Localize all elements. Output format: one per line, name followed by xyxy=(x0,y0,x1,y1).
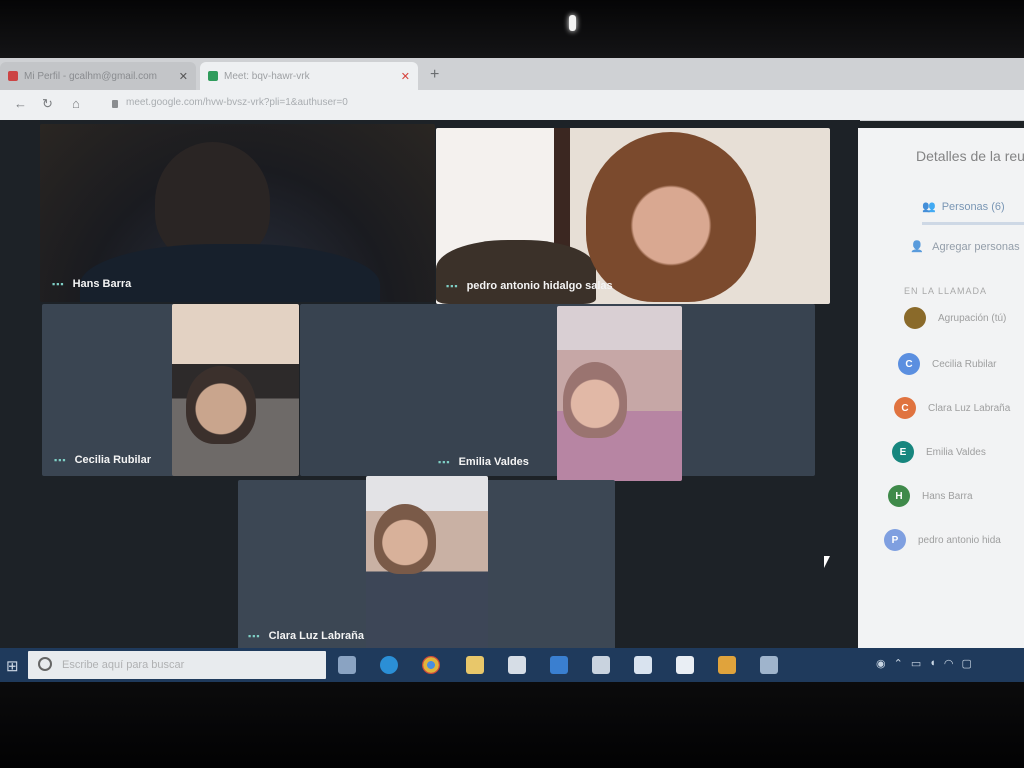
app-icon[interactable] xyxy=(718,656,736,674)
participant-name-label: ▪▪▪ Hans Barra xyxy=(52,278,131,290)
avatar: C xyxy=(898,353,920,375)
video-tile-hans[interactable]: ▪▪▪ Hans Barra xyxy=(40,124,435,302)
participant-row[interactable]: C Cecilia Rubilar xyxy=(898,352,996,376)
close-tab-icon[interactable]: ✕ xyxy=(401,70,410,83)
participant-name-label: ▪▪▪ Emilia Valdes xyxy=(438,456,529,468)
participant-video xyxy=(374,504,436,574)
wifi-icon[interactable]: ◠ xyxy=(944,657,954,670)
avatar xyxy=(904,307,926,329)
avatar: E xyxy=(892,441,914,463)
mouse-pointer-icon xyxy=(824,556,830,568)
panel-title: Detalles de la reunión xyxy=(916,148,1024,164)
participant-name: Cecilia Rubilar xyxy=(74,454,151,466)
edge-browser-icon[interactable] xyxy=(380,656,398,674)
add-people-button[interactable]: 👤 Agregar personas xyxy=(910,240,1020,253)
screen: Mi Perfil - gcalhm@gmail.com ✕ Meet: bqv… xyxy=(0,58,1024,682)
participant-row[interactable]: Agrupación (tú) xyxy=(904,306,1006,330)
add-person-icon: 👤 xyxy=(910,241,924,253)
audio-indicator-icon: ▪▪▪ xyxy=(438,457,451,467)
participant-video xyxy=(186,366,256,444)
battery-icon[interactable]: ▭ xyxy=(911,657,921,670)
monitor-bezel-top xyxy=(0,0,1024,58)
home-icon[interactable]: ⌂ xyxy=(72,96,80,111)
new-tab-button[interactable]: + xyxy=(430,66,439,84)
participant-name: pedro antonio hidalgo salas xyxy=(466,280,613,292)
windows-taskbar: ⊞ Escribe aquí para buscar ◉ ⌃ ▭ ◖ ◠ ▢ xyxy=(0,648,1024,682)
participant-video xyxy=(563,362,627,438)
participant-row-name: pedro antonio hida xyxy=(918,534,1001,546)
reload-icon[interactable]: ↻ xyxy=(42,96,53,112)
app-icon[interactable] xyxy=(592,656,610,674)
participant-row[interactable]: C Clara Luz Labraña xyxy=(894,396,1010,420)
document-icon[interactable] xyxy=(676,656,694,674)
gmail-favicon-icon xyxy=(8,71,18,81)
webcam-led xyxy=(569,15,576,31)
chrome-browser-icon[interactable] xyxy=(422,656,440,674)
chevron-up-icon[interactable]: ⌃ xyxy=(894,657,903,670)
participant-video-emilia xyxy=(557,306,682,481)
audio-indicator-icon: ▪▪▪ xyxy=(446,281,459,291)
tab-title: Mi Perfil - gcalhm@gmail.com xyxy=(24,70,157,82)
participant-name-label: ▪▪▪ Cecilia Rubilar xyxy=(54,454,151,466)
app-icon[interactable] xyxy=(760,656,778,674)
mail-icon[interactable] xyxy=(550,656,568,674)
participant-row[interactable]: P pedro antonio hida xyxy=(884,528,1001,552)
audio-indicator-icon: ▪▪▪ xyxy=(248,631,261,641)
taskbar-search-box[interactable]: Escribe aquí para buscar xyxy=(28,651,326,679)
search-placeholder: Escribe aquí para buscar xyxy=(62,659,185,671)
participant-row-name: Hans Barra xyxy=(922,490,973,502)
audio-indicator-icon: ▪▪▪ xyxy=(52,279,65,289)
participant-row-name: Emilia Valdes xyxy=(926,446,986,458)
network-icon[interactable]: ◉ xyxy=(876,657,886,670)
url-field[interactable]: meet.google.com/hvw-bvsz-vrk?pli=1&authu… xyxy=(126,97,686,113)
close-tab-icon[interactable]: ✕ xyxy=(179,70,188,83)
audio-indicator-icon: ▪▪▪ xyxy=(54,455,67,465)
tab-title: Meet: bqv-hawr-vrk xyxy=(224,70,310,82)
address-bar: ← ↻ ⌂ meet.google.com/hvw-bvsz-vrk?pli=1… xyxy=(0,90,1024,121)
section-label: EN LA LLAMADA xyxy=(904,286,988,296)
people-tab[interactable]: 👥 Personas (6) xyxy=(922,200,1005,214)
app-icon[interactable] xyxy=(634,656,652,674)
back-arrow-icon[interactable]: ← xyxy=(14,96,27,111)
participant-row-name: Agrupación (tú) xyxy=(938,312,1007,324)
avatar: P xyxy=(884,529,906,551)
notification-icon[interactable]: ▢ xyxy=(962,657,972,670)
participant-name-label: ▪▪▪ pedro antonio hidalgo salas xyxy=(446,280,613,292)
people-tab-label: Personas (6) xyxy=(941,200,1005,213)
add-people-label: Agregar personas xyxy=(932,241,1020,253)
participant-video-cecilia xyxy=(172,304,299,476)
meeting-details-panel: Detalles de la reunión 👥 Personas (6) 👤 … xyxy=(858,128,1024,656)
meet-video-grid: ▪▪▪ Hans Barra ▪▪▪ pedro antonio hidalgo… xyxy=(0,120,860,650)
meet-favicon-icon xyxy=(208,71,218,81)
monitor-bezel-bottom xyxy=(0,682,1024,768)
people-icon: 👥 xyxy=(922,201,936,213)
windows-start-icon[interactable]: ⊞ xyxy=(6,657,19,675)
avatar: C xyxy=(894,397,916,419)
participant-video-clara xyxy=(366,476,488,650)
lock-icon xyxy=(112,100,118,108)
avatar: H xyxy=(888,485,910,507)
store-icon[interactable] xyxy=(508,656,526,674)
participant-name: Hans Barra xyxy=(72,278,132,290)
active-tab-indicator xyxy=(922,222,1024,225)
browser-tab-profile[interactable]: Mi Perfil - gcalhm@gmail.com ✕ xyxy=(0,62,196,90)
browser-tab-meet[interactable]: Meet: bqv-hawr-vrk ✕ xyxy=(200,62,418,90)
participant-video xyxy=(586,132,756,302)
browser-tab-bar: Mi Perfil - gcalhm@gmail.com ✕ Meet: bqv… xyxy=(0,58,1024,90)
video-tile-pedro[interactable]: ▪▪▪ pedro antonio hidalgo salas xyxy=(436,128,830,304)
participant-row[interactable]: E Emilia Valdes xyxy=(892,440,986,464)
participant-row-name: Clara Luz Labraña xyxy=(928,402,1011,414)
search-icon xyxy=(38,657,52,671)
system-tray: ◉ ⌃ ▭ ◖ ◠ ▢ xyxy=(876,657,972,670)
file-explorer-icon[interactable] xyxy=(466,656,484,674)
participant-video xyxy=(80,244,380,302)
participant-video xyxy=(436,240,596,304)
participant-name: Emilia Valdes xyxy=(458,456,529,468)
task-view-icon[interactable] xyxy=(338,656,356,674)
participant-row[interactable]: H Hans Barra xyxy=(888,484,973,508)
participant-row-name: Cecilia Rubilar xyxy=(932,358,997,370)
speaker-icon[interactable]: ◖ xyxy=(929,657,936,670)
